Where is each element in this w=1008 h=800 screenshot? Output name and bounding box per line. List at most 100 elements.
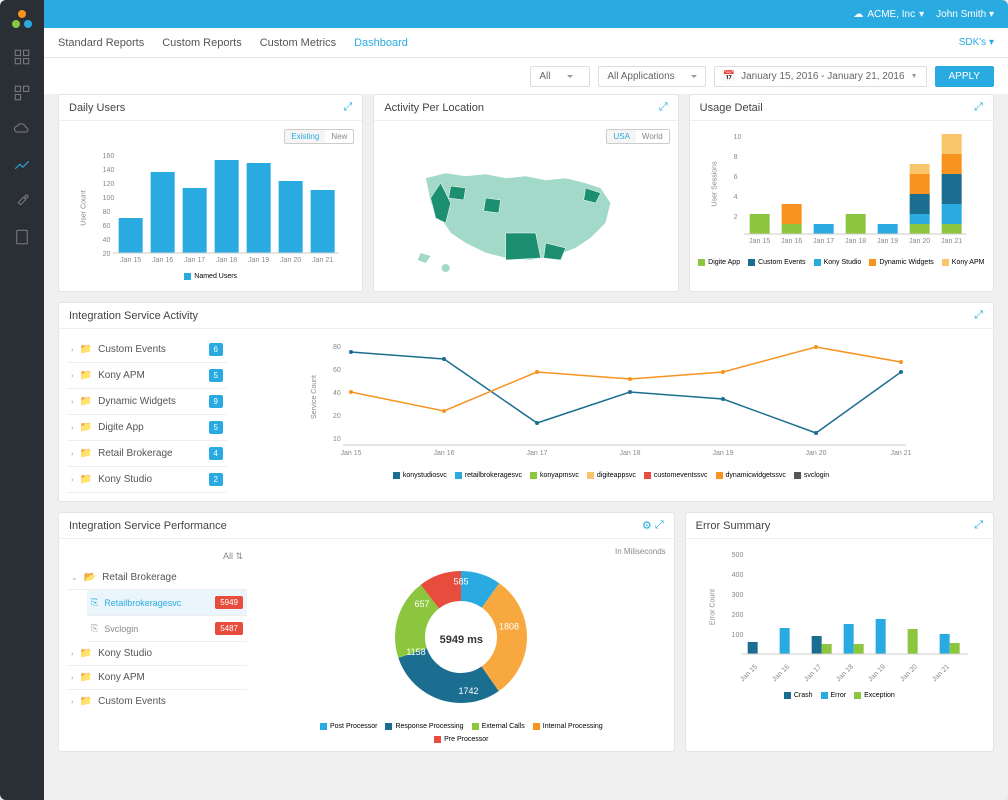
calendar-icon: 📅 (723, 71, 735, 82)
svg-text:Jan 18: Jan 18 (619, 450, 640, 457)
svg-text:User Sessions: User Sessions (711, 161, 718, 207)
svg-text:Jan 20: Jan 20 (909, 238, 930, 245)
filter-bar: All All Applications 📅 January 15, 2016 … (44, 58, 1008, 94)
svg-text:Jan 21: Jan 21 (931, 663, 951, 683)
expand-icon[interactable]: ⤢ (655, 519, 664, 532)
card-title: Error Summary (696, 520, 771, 532)
svg-text:500: 500 (731, 552, 743, 559)
apps-icon[interactable] (13, 84, 31, 102)
svg-text:User Count: User Count (81, 190, 88, 225)
tab-custom-metrics[interactable]: Custom Metrics (260, 37, 336, 49)
svg-text:657: 657 (415, 599, 430, 609)
svg-text:120: 120 (103, 181, 115, 188)
tree-item-retail-brokerage[interactable]: ›📁Retail Brokerage4 (67, 441, 227, 467)
svg-text:Jan 15: Jan 15 (739, 663, 759, 683)
svg-text:10: 10 (333, 436, 341, 443)
card-title: Activity Per Location (384, 102, 484, 114)
svg-text:8: 8 (733, 154, 737, 161)
svg-text:Jan 18: Jan 18 (845, 238, 866, 245)
tree-item-kony-apm[interactable]: ›📁Kony APM5 (67, 363, 227, 389)
daily-users-chart: User Count 16014012010080604020 Jan 15Ja… (67, 148, 354, 268)
expand-icon[interactable]: ⤢ (974, 309, 983, 322)
svg-text:Jan 16: Jan 16 (152, 257, 173, 264)
expand-icon[interactable]: ⤢ (974, 519, 983, 532)
isa-tree: ›📁Custom Events6 ›📁Kony APM5 ›📁Dynamic W… (67, 337, 227, 493)
error-summary-chart: Error Count 500400300200100 (694, 547, 985, 687)
card-integration-performance: Integration Service Performance⚙ ⤢ All ⇅… (58, 512, 675, 752)
tree-item-kony-studio[interactable]: ›📁Kony Studio2 (67, 467, 227, 493)
svg-text:585: 585 (454, 577, 469, 587)
tree-item-retailbrokeragesvc[interactable]: ⎘Retailbrokeragesvc5949 (87, 590, 247, 616)
tab-custom-reports[interactable]: Custom Reports (162, 37, 241, 49)
filter-apps[interactable]: All Applications (598, 66, 705, 87)
svg-text:300: 300 (731, 592, 743, 599)
filter-all[interactable]: All (530, 66, 590, 87)
tree-item-dynamic-widgets[interactable]: ›📁Dynamic Widgets9 (67, 389, 227, 415)
svg-text:Jan 17: Jan 17 (184, 257, 205, 264)
unit-label: In Miliseconds (615, 547, 666, 556)
tab-dashboard[interactable]: Dashboard (354, 37, 408, 49)
svg-text:Jan 21: Jan 21 (890, 450, 911, 457)
sdk-link[interactable]: SDK's ▾ (959, 37, 994, 48)
analytics-icon[interactable] (13, 156, 31, 174)
expand-icon[interactable]: ⤢ (659, 101, 668, 114)
svg-text:40: 40 (333, 390, 341, 397)
tree-item-kony-apm[interactable]: ›📁Kony APM (67, 666, 247, 690)
tree-item-custom-events[interactable]: ›📁Custom Events6 (67, 337, 227, 363)
svg-text:1742: 1742 (459, 686, 479, 696)
expand-icon[interactable]: ⤢ (974, 101, 983, 114)
svg-text:6: 6 (733, 174, 737, 181)
tree-item-custom-events[interactable]: ›📁Custom Events (67, 690, 247, 713)
svg-text:100: 100 (103, 195, 115, 202)
donut-center-value: 5949 ms (440, 634, 483, 646)
svg-text:80: 80 (333, 344, 341, 351)
grid-icon[interactable] (13, 48, 31, 66)
donut-chart: 585 1808 1742 1158 657 5949 ms (386, 562, 536, 717)
settings-icon[interactable]: ⚙ (642, 519, 652, 532)
card-title: Usage Detail (700, 102, 763, 114)
svg-text:Jan 21: Jan 21 (941, 238, 962, 245)
svg-text:20: 20 (103, 251, 111, 258)
svg-text:40: 40 (103, 237, 111, 244)
card-title: Daily Users (69, 102, 125, 114)
tree-item-kony-studio[interactable]: ›📁Kony Studio (67, 642, 247, 666)
all-filter[interactable]: All ⇅ (223, 551, 243, 562)
tabbar: Standard Reports Custom Reports Custom M… (44, 28, 1008, 58)
svg-text:1808: 1808 (499, 622, 519, 632)
user-menu[interactable]: John Smith ▾ (936, 9, 994, 20)
card-title: Integration Service Activity (69, 310, 198, 322)
svg-text:60: 60 (103, 223, 111, 230)
tools-icon[interactable] (13, 192, 31, 210)
svg-text:Jan 20: Jan 20 (899, 663, 919, 683)
date-range[interactable]: 📅 January 15, 2016 - January 21, 2016▼ (714, 66, 927, 87)
svg-text:Jan 16: Jan 16 (771, 663, 791, 683)
svg-text:Jan 15: Jan 15 (120, 257, 141, 264)
svg-text:Jan 20: Jan 20 (805, 450, 826, 457)
isa-line-chart: Service Count 8060402010 Jan 15Jan 16 Ja… (237, 337, 985, 467)
existing-new-toggle[interactable]: ExistingNew (284, 129, 354, 144)
page-icon[interactable] (13, 228, 31, 246)
svg-text:200: 200 (731, 612, 743, 619)
tree-item-svclogin[interactable]: ⎘Svclogin5487 (87, 616, 247, 642)
svg-text:Jan 18: Jan 18 (216, 257, 237, 264)
expand-icon[interactable]: ⤢ (344, 101, 353, 114)
tree-item-digite-app[interactable]: ›📁Digite App5 (67, 415, 227, 441)
card-integration-activity: Integration Service Activity ⤢ ›📁Custom E… (58, 302, 994, 502)
apply-button[interactable]: APPLY (935, 66, 995, 87)
usa-world-toggle[interactable]: USAWorld (606, 129, 669, 144)
svg-text:Jan 15: Jan 15 (340, 450, 361, 457)
svg-text:60: 60 (333, 367, 341, 374)
svg-text:10: 10 (733, 134, 741, 141)
svg-text:4: 4 (733, 194, 737, 201)
side-rail (0, 0, 44, 800)
org-switcher[interactable]: ☁ ACME, Inc ▾ (853, 9, 924, 20)
tab-standard-reports[interactable]: Standard Reports (58, 37, 144, 49)
svg-text:Jan 20: Jan 20 (280, 257, 301, 264)
svg-text:Jan 16: Jan 16 (781, 238, 802, 245)
card-daily-users: Daily Users⤢ ExistingNew User Count 1601… (58, 94, 363, 292)
svg-text:Jan 19: Jan 19 (248, 257, 269, 264)
cloud-icon[interactable] (13, 120, 31, 138)
tree-item-retail-brokerage[interactable]: ⌄📂Retail Brokerage (67, 566, 247, 590)
svg-text:Jan 18: Jan 18 (835, 663, 855, 683)
svg-text:Jan 21: Jan 21 (312, 257, 333, 264)
